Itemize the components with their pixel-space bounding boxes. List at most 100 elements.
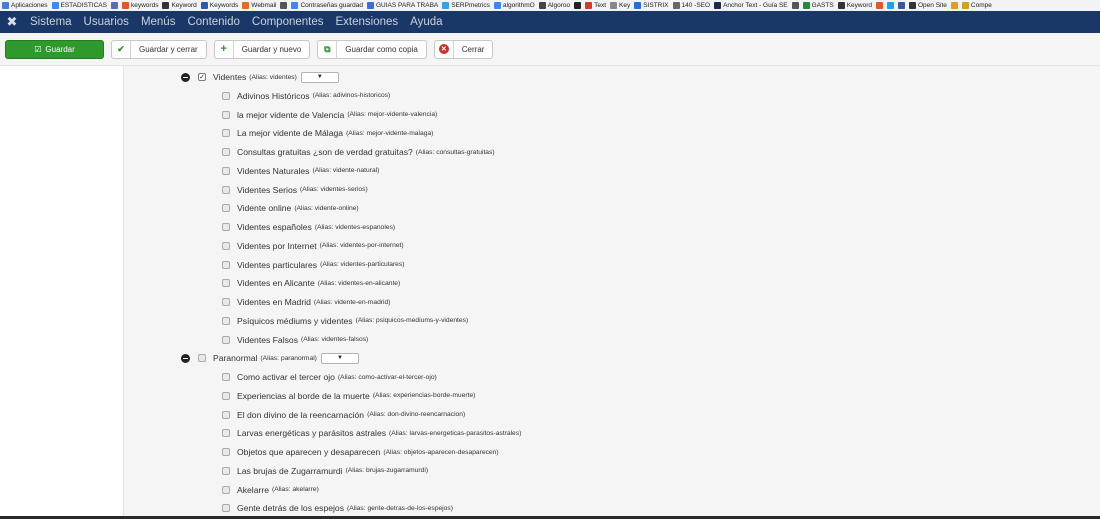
category-checkbox[interactable]: [222, 110, 230, 119]
category-tree-panel: ✓ Videntes (Alias: videntes) ▼ Adivinos Hist…: [123, 66, 1100, 519]
user-icon: [280, 2, 288, 9]
save-label: Guardar: [45, 44, 75, 54]
category-checkbox[interactable]: [222, 166, 230, 175]
bookmark-item[interactable]: 140 -SEO: [672, 2, 710, 9]
menu-sistema[interactable]: Sistema: [24, 11, 78, 33]
category-checkbox[interactable]: [222, 241, 230, 250]
category-checkbox[interactable]: [222, 204, 230, 213]
bookmark-item[interactable]: [280, 2, 288, 9]
bookmark-item[interactable]: Keyword: [837, 2, 872, 9]
category-label: Como activar el tercer ojo: [237, 372, 335, 382]
category-checkbox[interactable]: [222, 448, 230, 456]
bookmark-label: Keyword: [846, 2, 872, 9]
category-checkbox[interactable]: [198, 354, 206, 363]
category-checkbox[interactable]: [222, 260, 230, 269]
category-checkbox[interactable]: [222, 91, 230, 100]
bookmark-item[interactable]: [950, 2, 958, 9]
bookmark-label: Keywords: [209, 2, 239, 9]
bookmark-item[interactable]: Contraseñas guardad: [291, 2, 363, 9]
category-row: La mejor vidente de Málaga (Alias: mejor-…: [222, 127, 433, 139]
category-checkbox[interactable]: [222, 373, 230, 381]
bookmark-item[interactable]: [886, 2, 894, 9]
category-row: Objetos que aparecen y desaparecen (Alias…: [222, 446, 499, 458]
category-checkbox[interactable]: [222, 298, 230, 306]
category-checkbox[interactable]: [222, 185, 230, 194]
category-row: Las brujas de Zugarramurdi (Alias: brujas…: [222, 465, 428, 477]
category-label: Videntes Serios: [237, 184, 298, 195]
category-checkbox[interactable]: [222, 335, 230, 344]
category-checkbox[interactable]: [222, 466, 230, 475]
collapse-toggle-icon[interactable]: [181, 72, 190, 82]
category-checkbox[interactable]: [222, 223, 230, 231]
category-alias: (Alias: videntes-serios): [300, 186, 368, 193]
bookmark-item[interactable]: [574, 2, 582, 9]
category-label: Gente detrás de los espejos: [237, 503, 345, 514]
bookmark-item[interactable]: Anchor Text - Guía SE: [714, 2, 788, 9]
bookmark-label: algorithmO: [502, 2, 535, 9]
bookmark-label: SERPmetrics: [451, 2, 490, 9]
save-copy-button[interactable]: ⧉ Guardar como copia: [317, 39, 427, 59]
menu-extensiones[interactable]: Extensiones: [330, 11, 405, 33]
bookmark-item[interactable]: [875, 2, 883, 9]
category-row: El don divino de la reencarnación (Alias:…: [222, 409, 465, 421]
bookmark-item[interactable]: GUIAS PARA TRABA: [366, 2, 438, 9]
gg-icon: [714, 2, 722, 9]
category-alias: (Alias: gente-detras-de-los-espejos): [347, 504, 453, 512]
category-checkbox[interactable]: [222, 129, 230, 138]
bookmark-label: Text: [594, 2, 607, 9]
menu-ayuda[interactable]: Ayuda: [404, 11, 448, 33]
bookmark-item[interactable]: keywords: [121, 2, 158, 9]
google-icon: [51, 2, 59, 9]
bookmark-item[interactable]: SERPmetrics: [442, 2, 490, 9]
save-close-button[interactable]: ✔ Guardar y cerrar: [111, 39, 207, 59]
category-checkbox[interactable]: [222, 148, 230, 156]
plus-icon: +: [215, 40, 234, 58]
category-checkbox[interactable]: [222, 504, 230, 513]
save-button[interactable]: ☑ Guardar: [5, 39, 104, 59]
category-dropdown-button[interactable]: ▼: [320, 352, 359, 364]
category-checkbox[interactable]: [222, 485, 230, 494]
bookmark-item[interactable]: SISTRIX: [634, 2, 669, 9]
bookmark-item[interactable]: Open Site: [908, 2, 947, 9]
bookmark-item[interactable]: Algoroo: [538, 2, 570, 9]
category-alias: (Alias: objetos-aparecen-desaparecen): [383, 448, 499, 456]
bookmark-item[interactable]: [791, 2, 799, 9]
bookmark-label: Keyword: [171, 2, 197, 9]
bookmark-label: Anchor Text - Guía SE: [723, 2, 788, 9]
category-checkbox[interactable]: [222, 410, 230, 419]
bookmark-item[interactable]: Keywords: [200, 2, 239, 9]
category-checkbox[interactable]: ✓: [198, 73, 206, 81]
category-row: Psíquicos médiums y videntes (Alias: psiq…: [222, 315, 468, 327]
bookmark-label: Webmail: [251, 2, 277, 9]
bookmark-item[interactable]: GASTS: [802, 2, 834, 9]
bookmark-item[interactable]: Key: [610, 2, 630, 9]
category-row: Gente detrás de los espejos (Alias: gente…: [222, 502, 453, 514]
bookmark-item[interactable]: algorithmO: [493, 2, 535, 9]
collapse-toggle-icon[interactable]: [181, 353, 190, 363]
save-new-button[interactable]: + Guardar y nuevo: [213, 39, 311, 59]
category-dropdown-button[interactable]: ▼: [300, 71, 339, 83]
category-row: Larvas energéticas y parásitos astrales(…: [222, 427, 521, 439]
menu-usuarios[interactable]: Usuarios: [78, 11, 135, 33]
bookmark-item[interactable]: [110, 2, 118, 9]
bookmark-item[interactable]: Keyword: [162, 2, 197, 9]
flame-icon: [875, 2, 883, 9]
bookmark-item[interactable]: [897, 2, 905, 9]
bookmark-item[interactable]: Compe: [961, 2, 992, 9]
category-checkbox[interactable]: [222, 316, 230, 325]
menu-componentes[interactable]: Componentes: [246, 11, 330, 33]
bookmark-item[interactable]: Webmail: [242, 2, 276, 9]
pin-icon: [574, 2, 582, 9]
category-label: El don divino de la reencarnación: [237, 409, 365, 420]
category-checkbox[interactable]: [222, 391, 230, 400]
bookmark-item[interactable]: Text: [585, 2, 606, 9]
close-button[interactable]: ✕ Cerrar: [433, 39, 494, 59]
joomla-logo-icon[interactable]: ✖: [0, 11, 24, 33]
bookmark-label: Contraseñas guardad: [300, 2, 363, 9]
bookmark-item[interactable]: Aplicaciones: [2, 2, 48, 9]
menu-menus[interactable]: Menús: [135, 11, 182, 33]
menu-contenido[interactable]: Contenido: [181, 11, 245, 33]
category-checkbox[interactable]: [222, 279, 230, 288]
category-checkbox[interactable]: [222, 429, 230, 438]
bookmark-item[interactable]: ESTADISTICAS: [51, 2, 107, 9]
